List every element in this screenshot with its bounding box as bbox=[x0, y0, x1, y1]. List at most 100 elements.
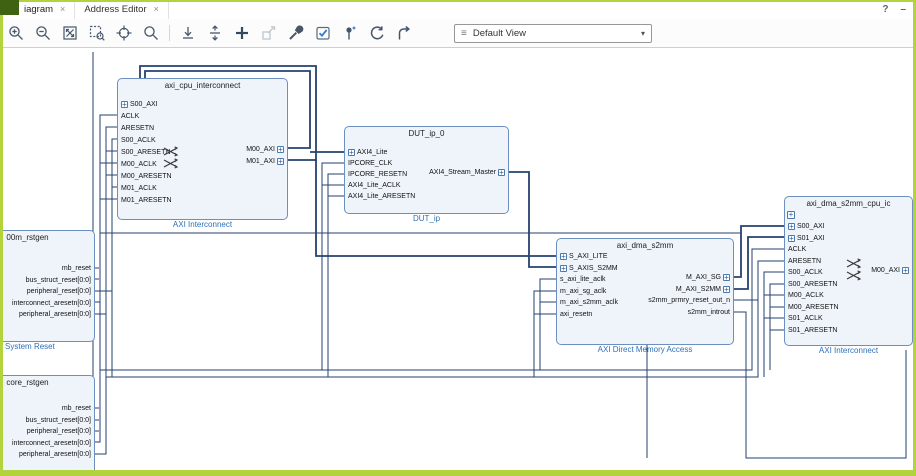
port-ACLK[interactable]: ACLK bbox=[119, 110, 141, 122]
port-m_axi_s2mm_aclk[interactable]: m_axi_s2mm_aclk bbox=[558, 297, 620, 309]
expand-port-icon[interactable]: + bbox=[498, 169, 505, 176]
net-wire[interactable] bbox=[509, 172, 556, 267]
expand-port-icon[interactable]: + bbox=[723, 274, 730, 281]
customize-wrench-icon[interactable] bbox=[287, 24, 305, 42]
port-S01_AXI[interactable]: +S01_AXI bbox=[786, 233, 827, 245]
port-ARESETN[interactable]: ARESETN bbox=[119, 122, 156, 134]
port-label: M01_ARESETN bbox=[121, 197, 172, 204]
port-M01_ARESETN[interactable]: M01_ARESETN bbox=[119, 194, 174, 206]
search-icon[interactable] bbox=[142, 24, 160, 42]
block-axi-dma-s2mm[interactable]: axi_dma_s2mm +S_AXI_LITE+S_AXIS_S2MMs_ax… bbox=[556, 238, 734, 345]
expand-port-icon[interactable]: + bbox=[560, 253, 567, 260]
port-interconnect_aresetn[0:0][interactable]: interconnect_aresetn[0:0] bbox=[10, 438, 93, 450]
expand-port-icon[interactable]: + bbox=[902, 267, 909, 274]
zoom-in-icon[interactable] bbox=[7, 24, 25, 42]
net-wire[interactable] bbox=[540, 279, 556, 370]
port-AXI4_Lite_ARESETN[interactable]: AXI4_Lite_ARESETN bbox=[346, 191, 417, 202]
port-S00_ACLK[interactable]: S00_ACLK bbox=[786, 267, 825, 279]
port-s2mm_introut[interactable]: s2mm_introut bbox=[686, 307, 732, 319]
tab-address-editor[interactable]: Address Editor × bbox=[75, 0, 169, 19]
port-interconnect_aresetn[0:0][interactable]: interconnect_aresetn[0:0] bbox=[10, 298, 93, 310]
port-S_AXI_LITE[interactable]: +S_AXI_LITE bbox=[558, 251, 610, 263]
pin-netlist-icon[interactable] bbox=[341, 24, 359, 42]
net-wire[interactable] bbox=[328, 174, 344, 377]
port-peripheral_aresetn[0:0][interactable]: peripheral_aresetn[0:0] bbox=[17, 309, 93, 321]
block-dut-ip-0[interactable]: DUT_ip_0 +AXI4_LiteIPCORE_CLKIPCORE_RESE… bbox=[344, 126, 509, 214]
port-S01_ARESETN[interactable]: S01_ARESETN bbox=[786, 325, 839, 337]
block-00m-rstgen[interactable]: 00m_rstgen mb_resetbus_struct_reset[0:0]… bbox=[0, 230, 95, 342]
diagram-canvas[interactable]: axi_cpu_interconnect +S00_AXIACLKARESETN… bbox=[0, 48, 916, 476]
port-peripheral_reset[0:0][interactable]: peripheral_reset[0:0] bbox=[25, 426, 93, 438]
expand-port-icon[interactable]: + bbox=[788, 235, 795, 242]
port-bus_struct_reset[0:0][interactable]: bus_struct_reset[0:0] bbox=[24, 275, 93, 287]
zoom-to-selection-icon[interactable] bbox=[88, 24, 106, 42]
port-peripheral_aresetn[0:0][interactable]: peripheral_aresetn[0:0] bbox=[17, 449, 93, 461]
block-axi-cpu-interconnect[interactable]: axi_cpu_interconnect +S00_AXIACLKARESETN… bbox=[117, 78, 288, 220]
net-wire[interactable] bbox=[534, 291, 556, 377]
port-s_axi_lite_aclk[interactable]: s_axi_lite_aclk bbox=[558, 274, 608, 286]
toolbar-separator bbox=[169, 25, 170, 41]
zoom-fit-icon[interactable] bbox=[61, 24, 79, 42]
expand-port-icon[interactable]: + bbox=[348, 149, 355, 156]
port-S00_ACLK[interactable]: S00_ACLK bbox=[119, 134, 158, 146]
port-M_AXI_SG[interactable]: M_AXI_SG+ bbox=[684, 272, 732, 284]
net-wire[interactable] bbox=[770, 284, 784, 370]
make-external-icon[interactable] bbox=[260, 24, 278, 42]
port-M00_ACLK[interactable]: M00_ACLK bbox=[119, 158, 159, 170]
diagram-toolbar: ≡ Default View ▾ bbox=[0, 19, 916, 48]
port-S01_ACLK[interactable]: S01_ACLK bbox=[786, 313, 825, 325]
port-AXI4_Lite_ACLK[interactable]: AXI4_Lite_ACLK bbox=[346, 180, 403, 191]
collapse-hierarchy-icon[interactable] bbox=[179, 24, 197, 42]
tab-panel-controls: ? – bbox=[882, 4, 916, 15]
net-wire[interactable] bbox=[764, 272, 784, 377]
port-M00_AXI[interactable]: M00_AXI+ bbox=[869, 265, 911, 277]
close-icon[interactable]: × bbox=[154, 5, 159, 14]
port-S_AXIS_S2MM[interactable]: +S_AXIS_S2MM bbox=[558, 263, 620, 275]
optimize-routing-icon[interactable] bbox=[395, 24, 413, 42]
add-ip-icon[interactable] bbox=[233, 24, 251, 42]
close-icon[interactable]: × bbox=[60, 5, 65, 14]
port-M00_ARESETN[interactable]: M00_ARESETN bbox=[786, 302, 841, 314]
port-IPCORE_CLK[interactable]: IPCORE_CLK bbox=[346, 158, 394, 169]
net-wire[interactable] bbox=[734, 226, 784, 277]
fit-selection-icon[interactable] bbox=[115, 24, 133, 42]
port-bus_struct_reset[0:0][interactable]: bus_struct_reset[0:0] bbox=[24, 415, 93, 427]
port-S00_AXI[interactable]: +S00_AXI bbox=[119, 98, 160, 110]
expand-port-icon[interactable]: + bbox=[788, 223, 795, 230]
validate-design-icon[interactable] bbox=[314, 24, 332, 42]
block-core-rstgen[interactable]: core_rstgen mb_resetbus_struct_reset[0:0… bbox=[0, 375, 95, 476]
regenerate-layout-icon[interactable] bbox=[368, 24, 386, 42]
port-M01_ACLK[interactable]: M01_ACLK bbox=[119, 182, 159, 194]
expand-port-icon[interactable]: + bbox=[277, 158, 284, 165]
port-axi_resetn[interactable]: axi_resetn bbox=[558, 309, 594, 321]
expand-port-icon[interactable]: + bbox=[560, 265, 567, 272]
view-selector-dropdown[interactable]: ≡ Default View ▾ bbox=[454, 24, 652, 43]
port-peripheral_reset[0:0][interactable]: peripheral_reset[0:0] bbox=[25, 286, 93, 298]
help-icon[interactable]: ? bbox=[882, 4, 888, 15]
port-S00_AXI[interactable]: +S00_AXI bbox=[786, 221, 827, 233]
port-mb_reset[interactable]: mb_reset bbox=[60, 263, 93, 275]
port-ACLK[interactable]: ACLK bbox=[786, 244, 808, 256]
port-M_AXI_S2MM[interactable]: M_AXI_S2MM+ bbox=[674, 284, 732, 296]
expand-hierarchy-icon[interactable] bbox=[206, 24, 224, 42]
port-m_axi_sg_aclk[interactable]: m_axi_sg_aclk bbox=[558, 286, 608, 298]
port-AXI4_Lite[interactable]: +AXI4_Lite bbox=[346, 147, 389, 158]
port-M00_ARESETN[interactable]: M00_ARESETN bbox=[119, 170, 174, 182]
float-window-icon[interactable]: – bbox=[900, 4, 906, 15]
expand-port-icon[interactable]: + bbox=[723, 286, 730, 293]
net-wire[interactable] bbox=[322, 163, 344, 370]
port-ARESETN[interactable]: ARESETN bbox=[786, 256, 823, 268]
expand-block-icon[interactable]: + bbox=[787, 211, 795, 219]
port-s2mm_prmry_reset_out_n[interactable]: s2mm_prmry_reset_out_n bbox=[646, 295, 732, 307]
port-M00_AXI[interactable]: M00_AXI+ bbox=[244, 143, 286, 155]
port-M00_ACLK[interactable]: M00_ACLK bbox=[786, 290, 826, 302]
port-mb_reset[interactable]: mb_reset bbox=[60, 403, 93, 415]
block-axi-dma-s2mm-cpu-ic[interactable]: axi_dma_s2mm_cpu_ic + +S00_AXI+S01_AXIAC… bbox=[784, 196, 913, 346]
port-S00_ARESETN[interactable]: S00_ARESETN bbox=[786, 279, 839, 291]
port-AXI4_Stream_Master[interactable]: AXI4_Stream_Master+ bbox=[427, 167, 507, 178]
expand-port-icon[interactable]: + bbox=[277, 146, 284, 153]
zoom-out-icon[interactable] bbox=[34, 24, 52, 42]
port-M01_AXI[interactable]: M01_AXI+ bbox=[244, 155, 286, 167]
expand-port-icon[interactable]: + bbox=[121, 101, 128, 108]
port-IPCORE_RESETN[interactable]: IPCORE_RESETN bbox=[346, 169, 409, 180]
